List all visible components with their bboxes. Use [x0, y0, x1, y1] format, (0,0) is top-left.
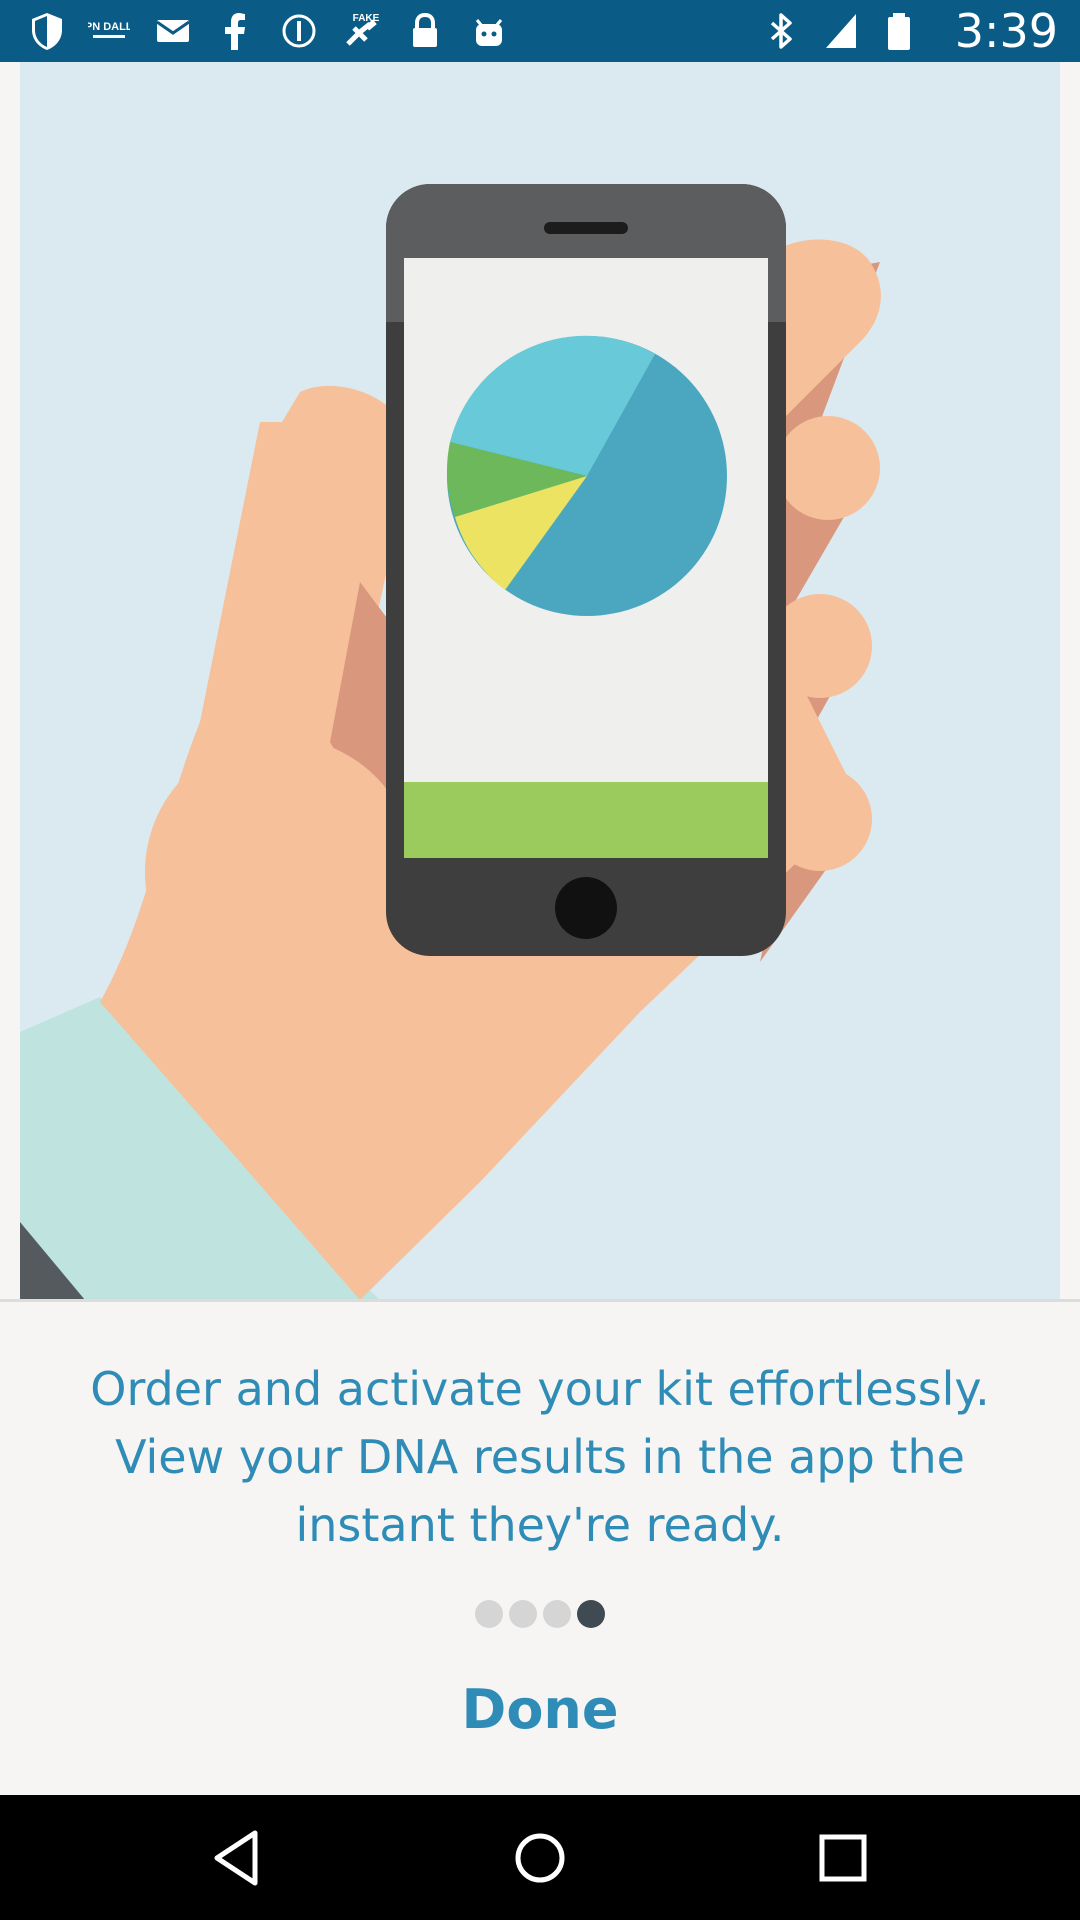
svg-text:FAKE: FAKE: [353, 13, 380, 24]
message-line-2: View your DNA results in the app the: [115, 1430, 965, 1484]
page-dot-1[interactable]: [475, 1600, 503, 1628]
pie-chart-graphic: [447, 335, 727, 616]
svg-text:ESPN DALLAS: ESPN DALLAS: [88, 21, 130, 33]
battery-icon: [878, 10, 920, 52]
signal-icon: [820, 10, 862, 52]
page-dot-2[interactable]: [509, 1600, 537, 1628]
espn-dallas-icon: ESPN DALLAS: [88, 10, 130, 52]
divider: [0, 1299, 1080, 1302]
phone-speaker: [544, 222, 628, 234]
info-circle-icon: [278, 10, 320, 52]
android-icon: [468, 10, 510, 52]
message-line-1: Order and activate your kit effortlessly…: [90, 1362, 990, 1416]
page-dot-3[interactable]: [543, 1600, 571, 1628]
back-icon[interactable]: [205, 1825, 271, 1891]
status-time: 3:39: [954, 4, 1058, 58]
phone-home-button: [555, 877, 617, 939]
onboarding-message: Order and activate your kit effortlessly…: [60, 1355, 1020, 1559]
home-icon[interactable]: [507, 1825, 573, 1891]
bluetooth-icon: [760, 10, 802, 52]
mail-icon: [152, 10, 194, 52]
recents-icon[interactable]: [810, 1825, 876, 1891]
facebook-icon: [214, 10, 256, 52]
onboarding-illustration: [0, 62, 1080, 1300]
status-bar: ESPN DALLAS FAKE 3:39: [0, 0, 1080, 62]
page-indicator: [0, 1600, 1080, 1628]
done-button[interactable]: Done: [440, 1670, 640, 1750]
lock-icon: [404, 10, 446, 52]
page-dot-4-active[interactable]: [577, 1600, 605, 1628]
shield-icon: [26, 10, 68, 52]
message-line-3: instant they're ready.: [295, 1498, 785, 1552]
fake-gps-icon: FAKE: [340, 10, 382, 52]
phone-screen-bar: [404, 782, 768, 858]
navigation-bar: [0, 1795, 1080, 1920]
